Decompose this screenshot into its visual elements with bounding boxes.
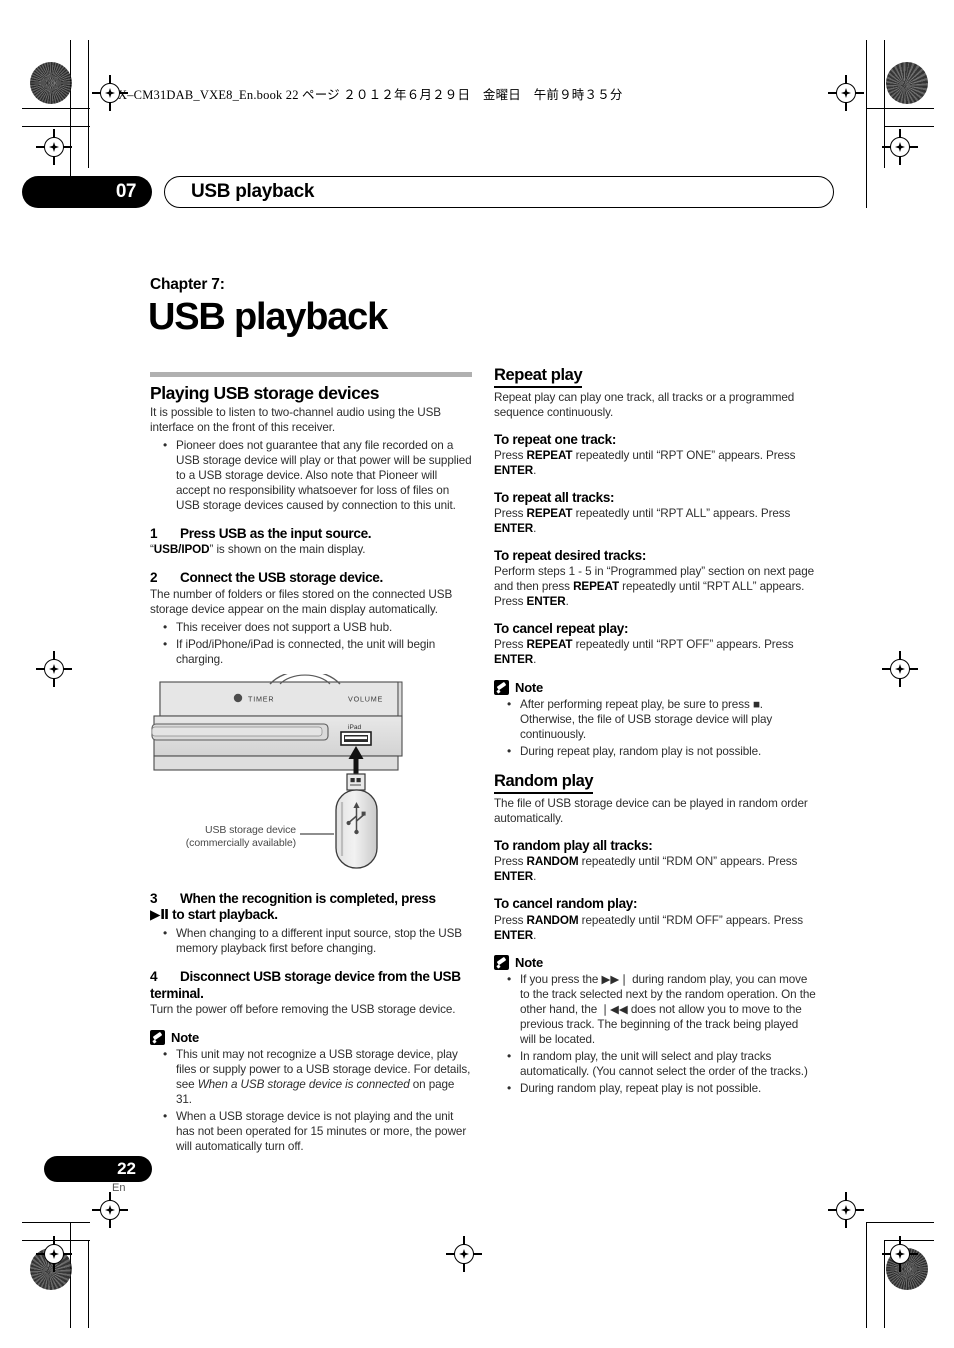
cancel-random-play-heading: To cancel random play: xyxy=(494,896,638,912)
pencil-note-icon xyxy=(494,955,509,971)
section-title-random-play: Random play xyxy=(494,772,594,795)
chapter-label: Chapter 7: xyxy=(150,276,225,293)
section-title-repeat-play: Repeat play xyxy=(494,366,583,388)
registration-mark xyxy=(828,1192,864,1228)
page-number-badge: 22 xyxy=(44,1156,152,1182)
running-head-title: USB playback xyxy=(191,181,315,202)
registration-mark xyxy=(882,129,918,165)
pencil-note-icon xyxy=(150,1030,165,1046)
repeat-desired-tracks-heading: To repeat desired tracks: xyxy=(494,548,647,564)
list-item: If you press the ▶▶❘ during random play,… xyxy=(494,972,816,1048)
crop-line xyxy=(866,1222,934,1224)
step-2-body: The number of folders or files stored on… xyxy=(150,588,453,616)
left-column: Playing USB storage devices It is possib… xyxy=(150,372,472,1157)
random-all-tracks-heading: To random play all tracks: xyxy=(494,838,653,854)
crop-line xyxy=(866,40,868,208)
registration-mark xyxy=(92,1192,128,1228)
step-1-heading: 1 Press USB as the input source. xyxy=(150,525,372,541)
list-item: During random play, repeat play is not p… xyxy=(494,1081,816,1097)
section-title-playing-usb: Playing USB storage devices xyxy=(150,383,380,403)
figure-label-volume: VOLUME xyxy=(348,694,383,703)
halftone-patch xyxy=(30,62,72,104)
section-intro: It is possible to listen to two-channel … xyxy=(150,406,442,435)
note-label: Note xyxy=(515,680,544,696)
halftone-patch xyxy=(886,62,928,104)
registration-mark xyxy=(36,129,72,165)
crop-line xyxy=(22,1222,90,1224)
pencil-note-icon xyxy=(494,680,509,696)
list-item: After performing repeat play, be sure to… xyxy=(494,697,816,743)
crop-line xyxy=(88,1240,90,1328)
figure-label-ipad: iPad xyxy=(348,724,362,731)
list-item: If iPod/iPhone/iPad is connected, the un… xyxy=(150,637,472,668)
step-4-heading: 4 Disconnect USB storage device from the … xyxy=(150,968,461,1001)
list-item: Pioneer does not guarantee that any file… xyxy=(150,438,472,514)
step-1-body: “USB/IPOD” is shown on the main display. xyxy=(150,543,366,557)
repeat-note-bullets: After performing repeat play, be sure to… xyxy=(494,697,816,760)
registration-mark xyxy=(36,1236,72,1272)
step-2-bullets: This receiver does not support a USB hub… xyxy=(150,620,472,668)
crop-line xyxy=(22,126,90,128)
note-header: Note xyxy=(150,1030,472,1046)
repeat-all-tracks-body: Press REPEAT repeatedly until “RPT ALL” … xyxy=(494,507,791,536)
cancel-repeat-play-heading: To cancel repeat play: xyxy=(494,621,629,637)
step-4-body: Turn the power off before removing the U… xyxy=(150,1003,456,1017)
right-column: Repeat play Repeat play can play one tra… xyxy=(494,366,816,1099)
cancel-repeat-play-body: Press REPEAT repeatedly until “RPT OFF” … xyxy=(494,638,794,667)
repeat-one-track-heading: To repeat one track: xyxy=(494,431,617,447)
note-header: Note xyxy=(494,680,816,696)
crop-line xyxy=(88,40,90,168)
intro-bullets: Pioneer does not guarantee that any file… xyxy=(150,438,472,514)
list-item: When a USB storage device is not playing… xyxy=(150,1109,472,1155)
random-note-bullets: If you press the ▶▶❘ during random play,… xyxy=(494,972,816,1097)
figure-label-timer: TIMER xyxy=(248,694,274,703)
registration-mark xyxy=(882,651,918,687)
repeat-all-tracks-heading: To repeat all tracks: xyxy=(494,490,615,506)
registration-mark xyxy=(828,75,864,111)
figure-caption: USB storage device (commercially availab… xyxy=(185,823,296,849)
registration-mark xyxy=(882,1236,918,1272)
random-intro: The file of USB storage device can be pl… xyxy=(494,797,808,826)
list-item: In random play, the unit will select and… xyxy=(494,1049,816,1080)
crop-line xyxy=(884,126,934,128)
running-head: 07 USB playback xyxy=(22,176,834,208)
crop-line xyxy=(866,108,934,110)
section-rule xyxy=(150,372,472,377)
list-item: This unit may not recognize a USB storag… xyxy=(150,1047,472,1108)
note-label: Note xyxy=(171,1030,200,1046)
registration-mark xyxy=(446,1236,482,1272)
list-item: When changing to a different input sourc… xyxy=(150,926,472,957)
repeat-one-track-body: Press REPEAT repeatedly until “RPT ONE” … xyxy=(494,449,796,478)
note-header: Note xyxy=(494,955,816,971)
random-all-tracks-body: Press RANDOM repeatedly until “RDM ON” a… xyxy=(494,855,798,884)
step-3-bullets: When changing to a different input sourc… xyxy=(150,926,472,957)
step-2-heading: 2 Connect the USB storage device. xyxy=(150,570,383,586)
step-3-heading: 3 When the recognition is completed, pres… xyxy=(150,890,436,924)
page-language-label: En xyxy=(112,1182,126,1194)
crop-line xyxy=(866,1222,868,1328)
cancel-random-play-body: Press RANDOM repeatedly until “RDM OFF” … xyxy=(494,913,803,942)
page-title: USB playback xyxy=(148,296,388,338)
running-head-title-box: USB playback xyxy=(164,176,834,208)
usb-connection-figure: TIMER VOLUME iPad USB storage device (co… xyxy=(150,669,472,879)
list-item: During repeat play, random play is not p… xyxy=(494,744,816,760)
left-note-bullets: This unit may not recognize a USB storag… xyxy=(150,1047,472,1155)
repeat-desired-tracks-body: Perform steps 1 - 5 in “Programmed play”… xyxy=(494,565,815,609)
list-item: This receiver does not support a USB hub… xyxy=(150,620,472,636)
repeat-intro: Repeat play can play one track, all trac… xyxy=(494,391,795,419)
crop-line xyxy=(22,108,90,110)
chapter-number-badge: 07 xyxy=(22,176,152,208)
registration-mark xyxy=(36,651,72,687)
note-label: Note xyxy=(515,955,544,971)
play-pause-icon: ▶Ⅱ xyxy=(150,907,169,924)
print-file-info: X–CM31DAB_VXE8_En.book 22 ページ ２０１２年６月２９日… xyxy=(118,88,623,102)
